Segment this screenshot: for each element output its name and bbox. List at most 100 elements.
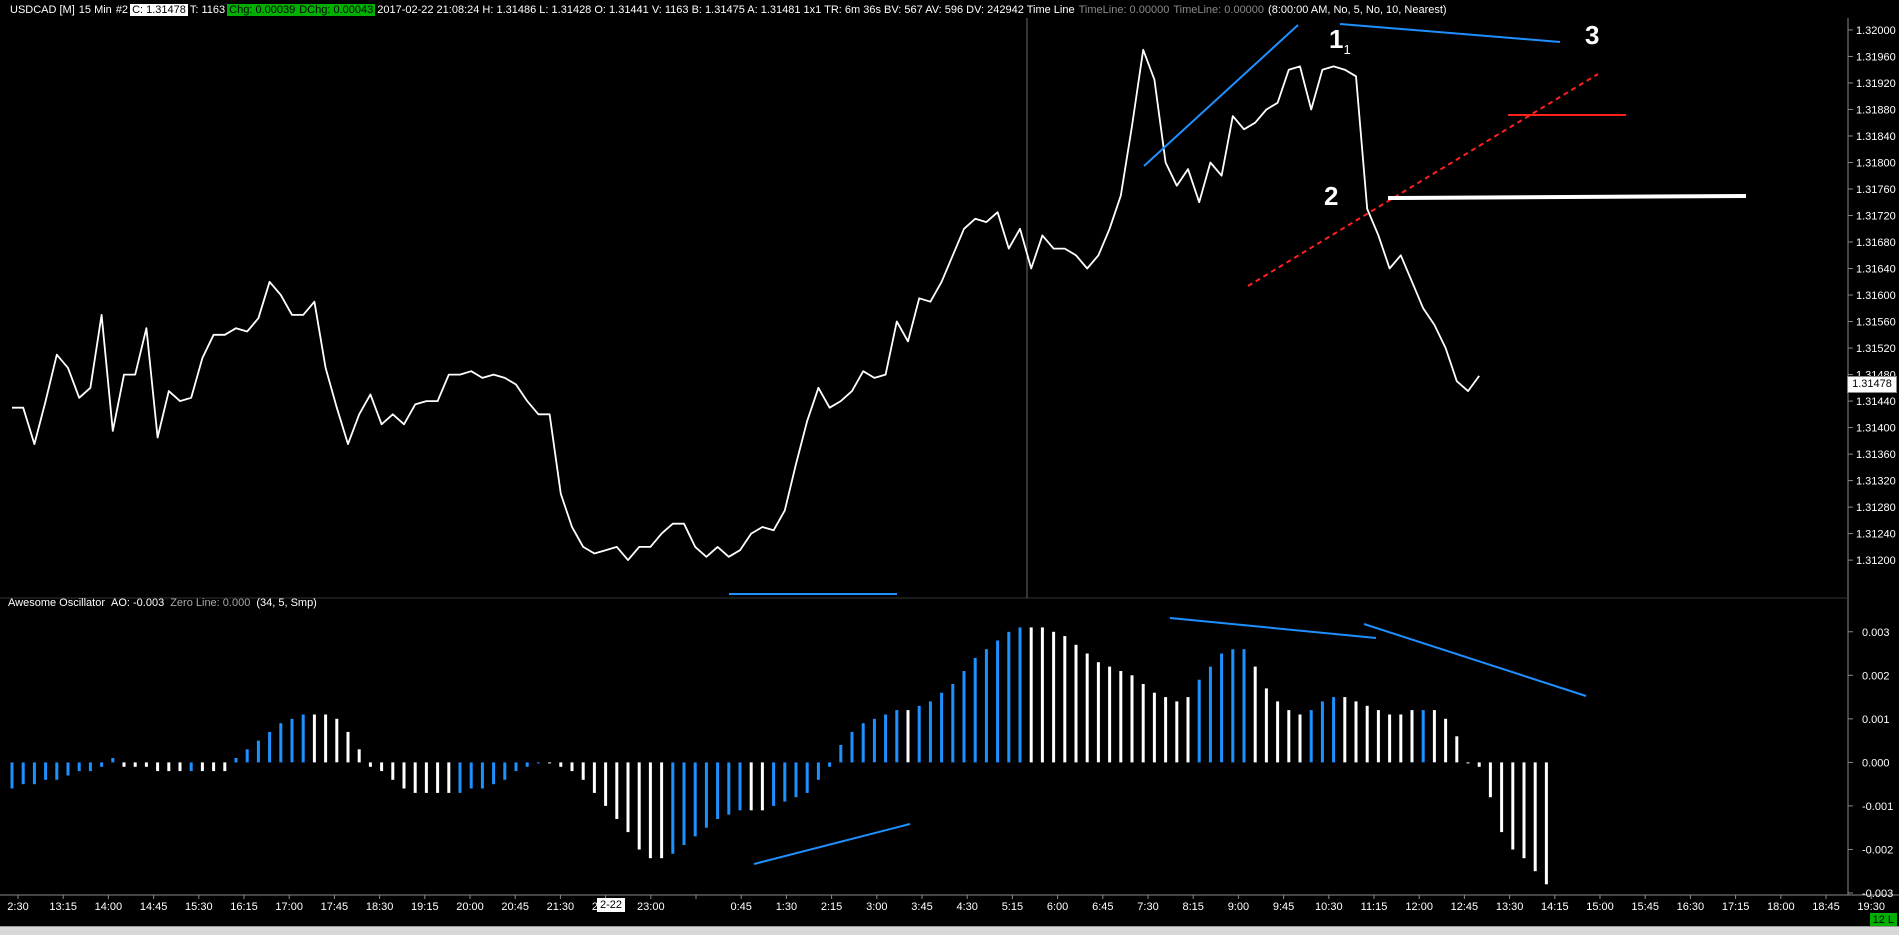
ao-divergence-line-low[interactable] <box>753 823 911 865</box>
time-tick-label: 3:00 <box>866 901 887 913</box>
ao-bar <box>144 762 148 767</box>
ao-bar <box>839 745 843 763</box>
ao-tick-label: 0.000 <box>1862 757 1890 769</box>
ao-bar <box>1388 714 1392 763</box>
ao-bar <box>55 762 59 780</box>
price-tick-label: 1.31400 <box>1856 423 1896 435</box>
symbol-label: USDCAD [M] <box>10 4 75 16</box>
ao-bar <box>212 762 216 772</box>
ao-bar <box>223 762 227 772</box>
ao-bar <box>772 762 776 806</box>
ao-bar <box>760 762 764 811</box>
time-tick-label: 10:30 <box>1315 901 1343 913</box>
ao-bar <box>133 762 137 767</box>
trendline-blue-up[interactable] <box>1143 24 1299 167</box>
time-tick-label: 6:45 <box>1092 901 1113 913</box>
ao-bar <box>581 762 585 780</box>
time-tick-label: 15:30 <box>185 901 213 913</box>
price-tick-label: 1.31320 <box>1856 476 1896 488</box>
ao-bar <box>1455 736 1459 763</box>
zero-line-value: Zero Line: 0.000 <box>170 597 251 609</box>
ao-bar <box>503 762 507 780</box>
ao-bar <box>268 731 272 763</box>
close-value: C: 1.31478 <box>130 4 188 16</box>
price-tick-label: 1.31520 <box>1856 343 1896 355</box>
chart-number: #2 <box>115 4 129 16</box>
last-price-tag: 1.31478 <box>1847 376 1897 393</box>
price-tick-label: 1.31720 <box>1856 211 1896 223</box>
ao-bar <box>1074 644 1078 763</box>
time-tick-label: 21:30 <box>547 901 575 913</box>
time-tick-label: 17:15 <box>1722 901 1750 913</box>
ao-bar <box>1085 653 1089 763</box>
time-tick-label: 19:30 <box>1857 901 1885 913</box>
ao-bar <box>156 762 160 772</box>
ao-bar <box>951 684 955 763</box>
neckline-white[interactable] <box>1387 194 1747 200</box>
ao-bar <box>21 762 25 785</box>
ao-bar <box>872 718 876 763</box>
ao-bar <box>447 762 451 793</box>
indicator-label: Awesome Oscillator AO: -0.003 Zero Line: 0… <box>8 597 323 609</box>
price-tick-label: 1.31440 <box>1856 396 1896 408</box>
price-tick-label: 1.31840 <box>1856 131 1896 143</box>
bar-info: 2017-02-22 21:08:24 H: 1.31486 L: 1.3142… <box>377 4 1075 16</box>
ao-bar <box>615 762 619 819</box>
time-tick-label: 9:45 <box>1273 901 1294 913</box>
ao-bar <box>234 758 238 763</box>
price-series-line <box>12 48 1480 561</box>
ao-bar <box>1164 697 1168 763</box>
ao-bar <box>100 762 104 767</box>
daily-change-value: DChg: 0.00043 <box>297 4 376 16</box>
ao-bar <box>10 762 14 789</box>
ao-bar <box>1511 762 1515 850</box>
ao-bar <box>1332 697 1336 763</box>
time-tick-label: 20:45 <box>501 901 529 913</box>
ao-bar <box>380 762 384 772</box>
annotation-1: 11 <box>1329 24 1351 58</box>
price-tick-label: 1.31280 <box>1856 502 1896 514</box>
ao-bar <box>32 762 36 785</box>
chart-header: USDCAD [M] 15 Min #2 C: 1.31478 T: 1163 Chg: … <box>8 2 1449 18</box>
ao-bar <box>1432 710 1436 763</box>
ao-bar <box>1522 762 1526 859</box>
time-tick-label: 8:15 <box>1182 901 1203 913</box>
ao-bar <box>1220 653 1224 763</box>
ao-bar <box>525 762 529 767</box>
ao-bar <box>828 762 832 767</box>
ao-bar <box>1264 688 1268 763</box>
ao-bar <box>895 710 899 763</box>
price-tick-label: 1.31360 <box>1856 449 1896 461</box>
trendline-red-dashed[interactable] <box>1247 73 1599 287</box>
horizontal-scrollbar[interactable] <box>0 926 1899 935</box>
ao-bar <box>1141 684 1145 763</box>
ao-bar <box>783 762 787 802</box>
chart-canvas[interactable]: 1.32000 1.31960 1.31920 1.31880 1.31840 1.318… <box>0 0 1899 935</box>
time-tick-label: 18:00 <box>1767 901 1795 913</box>
ao-bar <box>1444 718 1448 763</box>
time-tick-label: 15:45 <box>1631 901 1659 913</box>
ao-bar <box>928 701 932 763</box>
ao-bar <box>167 762 171 772</box>
ao-bar <box>637 762 641 850</box>
time-tick-label: 16:15 <box>230 901 258 913</box>
time-tick-label: 23:00 <box>637 901 665 913</box>
ao-bar <box>189 762 193 772</box>
ao-bar <box>671 762 675 854</box>
time-tick-label: 20:00 <box>456 901 484 913</box>
ao-bar <box>1018 627 1022 763</box>
ao-divergence-line-2[interactable] <box>1363 623 1587 697</box>
ao-bar <box>1421 710 1425 763</box>
ao-bar <box>738 762 742 811</box>
annotation-2: 2 <box>1324 181 1339 211</box>
ao-bar <box>301 714 305 763</box>
ao-divergence-line-1[interactable] <box>1169 617 1377 639</box>
ao-bar <box>996 640 1000 763</box>
time-tick-label: 5:15 <box>1002 901 1023 913</box>
ao-bar <box>592 762 596 793</box>
price-tick-label: 1.31960 <box>1856 51 1896 63</box>
ao-bar <box>973 657 977 763</box>
trendline-blue-top[interactable] <box>1339 23 1561 43</box>
change-value: Chg: 0.00039 <box>227 4 298 16</box>
ao-bar <box>1152 692 1156 763</box>
